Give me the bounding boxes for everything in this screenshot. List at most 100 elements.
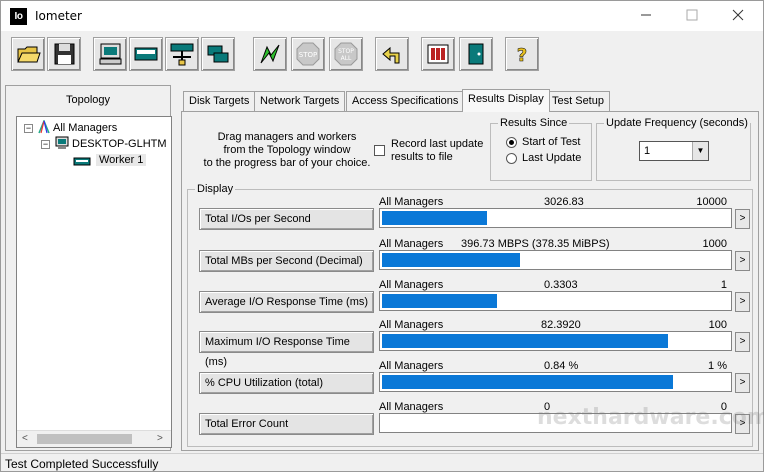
stop-all-button[interactable]: STOP ALL [329,37,363,71]
expand-button[interactable]: > [735,373,750,393]
expand-button[interactable]: > [735,332,750,352]
result-progress-bar[interactable] [379,250,732,270]
progress-fill [382,253,520,267]
duplicate-worker-button[interactable] [201,37,235,71]
collapse-toggle[interactable]: − [41,140,50,149]
stop-all-icon: STOPALL [334,42,358,66]
metric-select-button[interactable]: Total Error Count [199,413,374,435]
tab-access-specifications[interactable]: Access Specifications [346,91,465,111]
progress-fill [382,211,487,225]
watermark-logo: nexthardware.com [537,405,764,430]
row-max-value: 1 [720,279,727,291]
results-since-group: Results Since [490,117,592,181]
svg-text:STOP: STOP [338,48,354,55]
exit-button[interactable] [421,37,455,71]
metric-select-button[interactable]: Total MBs per Second (Decimal) [199,250,374,272]
metric-select-button[interactable]: % CPU Utilization (total) [199,372,374,394]
scroll-left-icon[interactable]: < [22,433,28,444]
metric-select-button[interactable]: Total I/Os per Second [199,208,374,230]
maximize-icon [686,9,698,21]
tree-item-manager[interactable]: DESKTOP-GLHTM [72,138,167,150]
update-frequency-title: Update Frequency (seconds) [606,117,748,129]
open-config-button[interactable] [11,37,45,71]
result-progress-bar[interactable] [379,372,732,392]
row-max-value: 1000 [702,238,727,250]
record-results-checkbox[interactable] [374,145,385,156]
row-current-value: 0.84 % [544,360,579,372]
progress-fill [382,375,673,389]
progress-fill [382,334,668,348]
about-button[interactable]: ? [505,37,539,71]
topology-title: Topology [65,94,111,106]
maximize-button[interactable] [669,1,715,31]
drag-hint: Drag managers and workers from the Topol… [203,131,371,169]
save-config-button[interactable] [47,37,81,71]
reset-workers-button[interactable] [375,37,409,71]
update-frequency-value: 1 [644,145,651,157]
computer-icon [55,136,69,149]
collapse-toggle[interactable]: − [24,124,33,133]
close-icon [732,9,744,21]
window-title: Iometer [35,9,82,23]
result-progress-bar[interactable] [379,331,732,351]
scroll-thumb[interactable] [37,434,132,444]
door-icon [468,43,484,65]
tab-test-setup[interactable]: Test Setup [546,91,610,111]
stop-sign-icon: STOP [296,42,320,66]
metric-select-button[interactable]: Maximum I/O Response Time (ms) [199,331,374,368]
start-of-test-label: Start of Test [522,136,581,148]
computer-disk-icon [99,43,122,65]
expand-button[interactable]: > [735,251,750,271]
radio-last-update[interactable] [506,153,517,164]
svg-text:ALL: ALL [341,55,352,62]
toolbar: STOP STOP ALL ? [1,35,763,75]
row-current-value: 3026.83 [544,196,584,208]
progress-fill [382,294,497,308]
topology-tree[interactable]: − All Managers − DESKTOP-GLHTM Worker 1 … [16,116,172,448]
row-current-value: 0.3303 [544,279,578,291]
minimize-button[interactable] [623,1,669,31]
stop-test-button[interactable]: STOP [291,37,325,71]
exit-door-icon [427,44,449,64]
network-icon [170,43,194,66]
tab-disk-targets[interactable]: Disk Targets [183,91,256,111]
row-max-value: 10000 [696,196,727,208]
expand-button[interactable]: > [735,209,750,229]
close-button[interactable] [715,1,761,31]
row-source-label: All Managers [379,360,444,372]
tab-network-targets[interactable]: Network Targets [254,91,346,111]
exit-door-button[interactable] [459,37,493,71]
duplicate-icon [207,45,229,63]
row-source-label: All Managers [379,319,444,331]
tree-item-worker[interactable]: Worker 1 [96,154,147,166]
metric-select-button[interactable]: Average I/O Response Time (ms) [199,291,374,313]
row-source-label: All Managers [379,279,444,291]
drive-icon [134,47,158,61]
iometer-window: Io Iometer STOP STOP ALL ? Topology − Al… [0,0,764,472]
row-current-value: 82.3920 [541,319,581,331]
tree-item-all-managers[interactable]: All Managers [53,122,117,134]
minimize-icon [641,14,651,16]
update-frequency-select[interactable]: 1 ▼ [639,141,709,161]
add-network-worker-button[interactable] [165,37,199,71]
svg-text:?: ? [517,45,527,66]
display-title: Display [197,183,234,195]
expand-button[interactable]: > [735,292,750,312]
chevron-down-icon[interactable]: ▼ [692,142,708,160]
start-network-worker-button[interactable] [129,37,163,71]
svg-text:STOP: STOP [299,51,317,59]
record-results-label: Record last update results to file [391,138,484,163]
start-tests-button[interactable] [253,37,287,71]
status-bar: Test Completed Successfully [1,453,763,471]
topology-hscrollbar[interactable]: < > [17,430,171,447]
tab-results-display[interactable]: Results Display [462,89,550,112]
row-source-label: All Managers [379,196,444,208]
result-progress-bar[interactable] [379,291,732,311]
scroll-right-icon[interactable]: > [157,433,163,444]
help-question-icon: ? [517,45,528,67]
result-progress-bar[interactable] [379,208,732,228]
floppy-disk-icon [54,43,75,65]
all-managers-icon [38,120,50,134]
start-disk-worker-button[interactable] [93,37,127,71]
radio-start-of-test[interactable] [506,137,517,148]
